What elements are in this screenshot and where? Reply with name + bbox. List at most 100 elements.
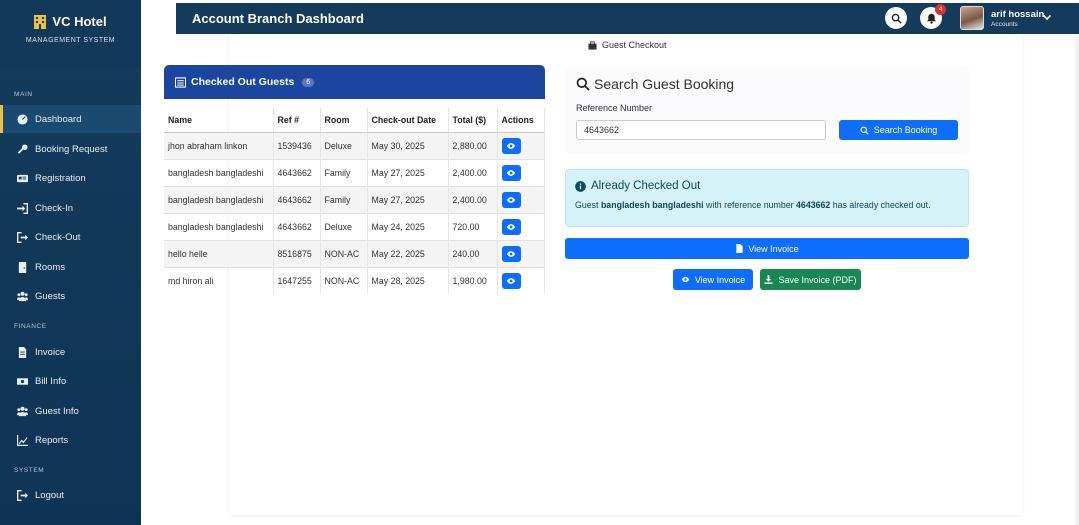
- info-icon: [575, 180, 586, 192]
- sidebar-item-label: Bill Info: [35, 375, 67, 387]
- table-row: jhon abraham linkon 1539436 Deluxe May 3…: [164, 131, 545, 159]
- sidebar-item-label: Booking Request: [35, 143, 108, 155]
- sidebar-item-label: Check-Out: [35, 231, 81, 243]
- eye-icon: [506, 223, 516, 230]
- checked-out-table: Name Ref # Room Check-out Date Total ($)…: [164, 108, 545, 294]
- sidebar-item-dashboard[interactable]: Dashboard: [0, 105, 141, 133]
- sidebar-item-label: Check-In: [35, 202, 74, 214]
- sidebar-item-registration[interactable]: Registration: [0, 164, 141, 192]
- section-label-system: SYSTEM: [14, 467, 45, 474]
- sidebar-item-booking-request[interactable]: Booking Request: [0, 135, 141, 163]
- search-button[interactable]: [885, 7, 907, 29]
- alert-msg-suffix: has already checked out.: [832, 200, 931, 210]
- view-invoice-button[interactable]: View Invoice: [673, 269, 753, 290]
- avatar[interactable]: [960, 6, 984, 30]
- sidebar-item-logout[interactable]: Logout: [0, 481, 141, 509]
- alert-msg-prefix: Guest: [575, 200, 599, 210]
- chevron-down-icon[interactable]: [1042, 12, 1052, 22]
- eye-icon: [506, 196, 516, 203]
- section-label-finance: FINANCE: [14, 323, 47, 330]
- eye-icon: [506, 169, 516, 176]
- sidebar-item-guest-info[interactable]: Guest Info: [0, 397, 141, 425]
- bell-icon: [926, 13, 936, 24]
- cell-total: 240.00: [448, 239, 498, 267]
- hotel-icon: [34, 14, 47, 29]
- view-button[interactable]: [501, 245, 521, 262]
- search-booking-label: Search Booking: [873, 125, 938, 135]
- cell-room: Deluxe: [320, 212, 368, 240]
- sidebar-item-invoice[interactable]: Invoice: [0, 338, 141, 366]
- save-invoice-pdf-button[interactable]: Save Invoice (PDF): [760, 269, 861, 290]
- cell-ref: 4643662: [273, 212, 321, 240]
- search-booking-button[interactable]: Search Booking: [839, 120, 958, 140]
- download-icon: [764, 275, 774, 284]
- notifications-button[interactable]: 4: [920, 4, 946, 29]
- reference-number-input[interactable]: [576, 120, 826, 140]
- dashboard-icon: [17, 113, 28, 125]
- cell-date: May 28, 2025: [367, 266, 449, 294]
- cell-date: May 27, 2025: [367, 158, 449, 186]
- save-invoice-label: Save Invoice (PDF): [778, 274, 857, 285]
- sidebar-item-check-out[interactable]: Check-Out: [0, 223, 141, 251]
- eye-icon: [681, 276, 690, 283]
- sidebar-item-label: Invoice: [35, 346, 66, 358]
- sidebar-item-label: Reports: [35, 434, 69, 446]
- table-row: bangladesh bangladeshi 4643662 Family Ma…: [164, 158, 545, 186]
- top-bar: Account Branch Dashboard 4 arif hossain …: [176, 3, 1079, 34]
- eye-icon: [506, 277, 516, 284]
- sidebar-item-label: Registration: [35, 172, 86, 184]
- user-role: Accounts: [991, 21, 1018, 28]
- sidebar-item-rooms[interactable]: Rooms: [0, 253, 141, 281]
- already-checked-out-alert: Already Checked Out Guest bangladesh ban…: [565, 169, 969, 227]
- cell-room: NON-AC: [320, 239, 368, 267]
- users-icon: [17, 291, 28, 301]
- breadcrumb-label: Guest Checkout: [602, 40, 667, 50]
- list-icon: [175, 76, 186, 88]
- table-header-row: Name Ref # Room Check-out Date Total ($)…: [164, 108, 545, 133]
- key-icon: [17, 143, 28, 154]
- cell-name: md hiron ali: [164, 266, 274, 294]
- section-label-main: MAIN: [14, 91, 33, 98]
- cell-ref: 1647255: [273, 266, 321, 294]
- column-header: Total ($): [448, 108, 498, 133]
- view-button[interactable]: [501, 218, 521, 235]
- scroll-edge: [1075, 36, 1079, 525]
- alert-title-text: Already Checked Out: [591, 180, 701, 192]
- cell-name: bangladesh bangladeshi: [164, 158, 274, 186]
- cell-total: 2,400.00: [448, 185, 498, 213]
- view-invoice-wide-button[interactable]: View Invoice: [565, 238, 969, 259]
- table-row: bangladesh bangladeshi 4643662 Family Ma…: [164, 185, 545, 213]
- door-icon: [18, 261, 27, 273]
- sidebar-item-bill-info[interactable]: Bill Info: [0, 367, 141, 395]
- sidebar-item-guests[interactable]: Guests: [0, 282, 141, 310]
- cell-name: bangladesh bangladeshi: [164, 212, 274, 240]
- view-button[interactable]: [501, 272, 521, 289]
- sidebar-item-check-in[interactable]: Check-In: [0, 194, 141, 222]
- view-button[interactable]: [501, 191, 521, 208]
- column-header: Actions: [497, 108, 545, 133]
- app-subtitle: MANAGEMENT SYSTEM: [25, 37, 116, 44]
- view-button[interactable]: [501, 137, 521, 154]
- eye-icon: [506, 142, 516, 149]
- breadcrumb: Guest Checkout: [588, 40, 667, 50]
- column-header: Check-out Date: [367, 108, 449, 133]
- logout-icon: [17, 489, 28, 501]
- user-name[interactable]: arif hossain: [991, 9, 1044, 20]
- cell-room: Deluxe: [320, 131, 368, 159]
- eye-icon: [506, 250, 516, 257]
- cell-date: May 24, 2025: [367, 212, 449, 240]
- cell-total: 720.00: [448, 212, 498, 240]
- search-icon: [576, 77, 590, 91]
- suitcase-icon: [588, 40, 597, 50]
- app-name: VC Hotel: [52, 14, 107, 29]
- checked-out-title: Checked Out Guests: [191, 76, 295, 88]
- reference-label: Reference Number: [576, 103, 653, 113]
- sidebar-item-reports[interactable]: Reports: [0, 426, 141, 454]
- sidebar-item-label: Logout: [35, 489, 65, 501]
- cell-name: jhon abraham linkon: [164, 131, 274, 159]
- view-button[interactable]: [501, 164, 521, 181]
- cell-ref: 4643662: [273, 158, 321, 186]
- table-row: bangladesh bangladeshi 4643662 Deluxe Ma…: [164, 212, 545, 240]
- search-title: Search Guest Booking: [576, 76, 734, 92]
- sidebar-item-label: Dashboard: [35, 113, 82, 125]
